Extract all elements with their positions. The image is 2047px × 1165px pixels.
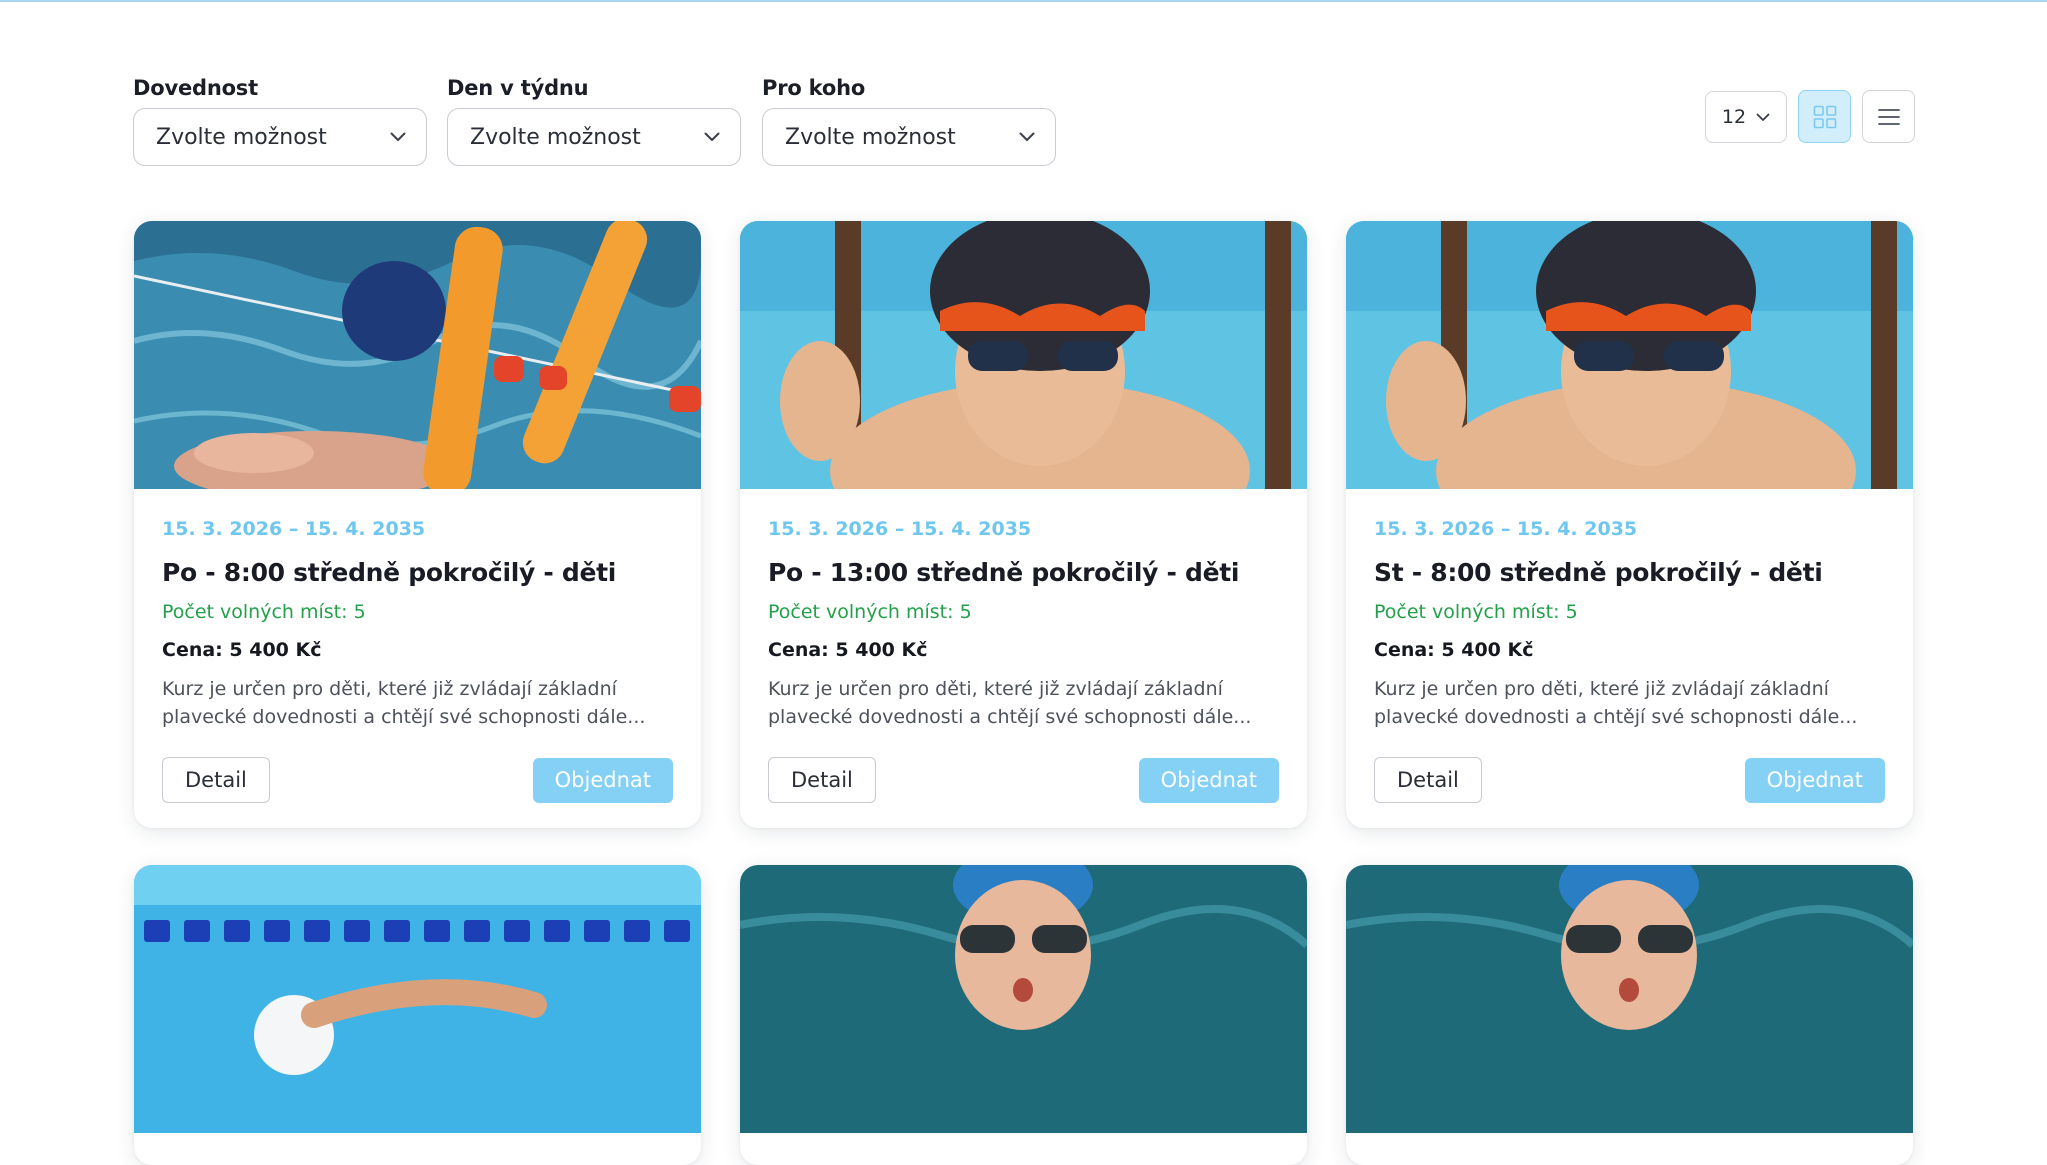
course-photo-butterfly-swimmer <box>740 865 1307 1133</box>
per-page-value: 12 <box>1721 106 1747 128</box>
course-photo-boy-at-ladder <box>1346 221 1913 489</box>
course-photo-butterfly-swimmer <box>1346 865 1913 1133</box>
per-page-select[interactable]: 12 <box>1705 91 1787 143</box>
order-button[interactable]: Objednat <box>1744 757 1885 803</box>
filter-skill-select[interactable]: Zvolte možnost <box>133 108 427 166</box>
filter-audience: Pro koho Zvolte možnost <box>762 74 1056 166</box>
detail-button[interactable]: Detail <box>162 757 270 803</box>
filter-audience-label: Pro koho <box>762 76 866 100</box>
course-card: 15. 3. 2026 – 15. 4. 2035 St - 8:00 stře… <box>1346 221 1913 828</box>
filter-skill-label: Dovednost <box>133 76 258 100</box>
course-photo-boy-at-ladder <box>740 221 1307 489</box>
course-photo-freestyle-swimmer <box>134 865 701 1133</box>
filter-day: Den v týdnu Zvolte možnost <box>447 74 741 166</box>
course-card: 15. 3. 2026 – 15. 4. 2035 Po - 8:00 stře… <box>134 221 701 828</box>
order-button[interactable]: Objednat <box>1138 757 1279 803</box>
course-dates: 15. 3. 2026 – 15. 4. 2035 <box>1374 518 1638 540</box>
course-price: Cena: 5 400 Kč <box>1374 639 1534 661</box>
list-icon <box>1877 108 1900 125</box>
course-card <box>134 865 701 1165</box>
course-dates: 15. 3. 2026 – 15. 4. 2035 <box>162 518 426 540</box>
chevron-down-icon <box>390 132 406 141</box>
course-dates: 15. 3. 2026 – 15. 4. 2035 <box>768 518 1032 540</box>
detail-button[interactable]: Detail <box>768 757 876 803</box>
order-button[interactable]: Objednat <box>532 757 673 803</box>
course-title: St - 8:00 středně pokročilý - děti <box>1374 558 1823 587</box>
available-spots: Počet volných míst: 5 <box>1374 601 1578 623</box>
chevron-down-icon <box>1756 113 1770 121</box>
filter-day-value: Zvolte možnost <box>470 124 641 150</box>
course-price: Cena: 5 400 Kč <box>162 639 322 661</box>
course-price: Cena: 5 400 Kč <box>768 639 928 661</box>
filter-day-label: Den v týdnu <box>447 76 589 100</box>
top-border <box>0 0 2047 2</box>
available-spots: Počet volných míst: 5 <box>768 601 972 623</box>
course-card <box>740 865 1307 1165</box>
course-card <box>1346 865 1913 1165</box>
grid-view-button[interactable] <box>1798 90 1851 143</box>
course-description: Kurz je určen pro děti, které již zvláda… <box>1374 678 1858 728</box>
filter-audience-value: Zvolte možnost <box>785 124 956 150</box>
course-title: Po - 8:00 středně pokročilý - děti <box>162 558 617 587</box>
course-description: Kurz je určen pro děti, které již zvláda… <box>768 678 1252 728</box>
filter-skill-value: Zvolte možnost <box>156 124 327 150</box>
filter-day-select[interactable]: Zvolte možnost <box>447 108 741 166</box>
detail-button[interactable]: Detail <box>1374 757 1482 803</box>
course-title: Po - 13:00 středně pokročilý - děti <box>768 558 1240 587</box>
course-photo-child-swimmer <box>134 221 701 489</box>
available-spots: Počet volných míst: 5 <box>162 601 366 623</box>
grid-icon <box>1813 105 1836 128</box>
course-card: 15. 3. 2026 – 15. 4. 2035 Po - 13:00 stř… <box>740 221 1307 828</box>
filter-skill: Dovednost Zvolte možnost <box>133 74 427 166</box>
list-view-button[interactable] <box>1862 90 1915 143</box>
course-description: Kurz je určen pro děti, které již zvláda… <box>162 678 646 728</box>
chevron-down-icon <box>704 132 720 141</box>
chevron-down-icon <box>1019 132 1035 141</box>
filter-audience-select[interactable]: Zvolte možnost <box>762 108 1056 166</box>
